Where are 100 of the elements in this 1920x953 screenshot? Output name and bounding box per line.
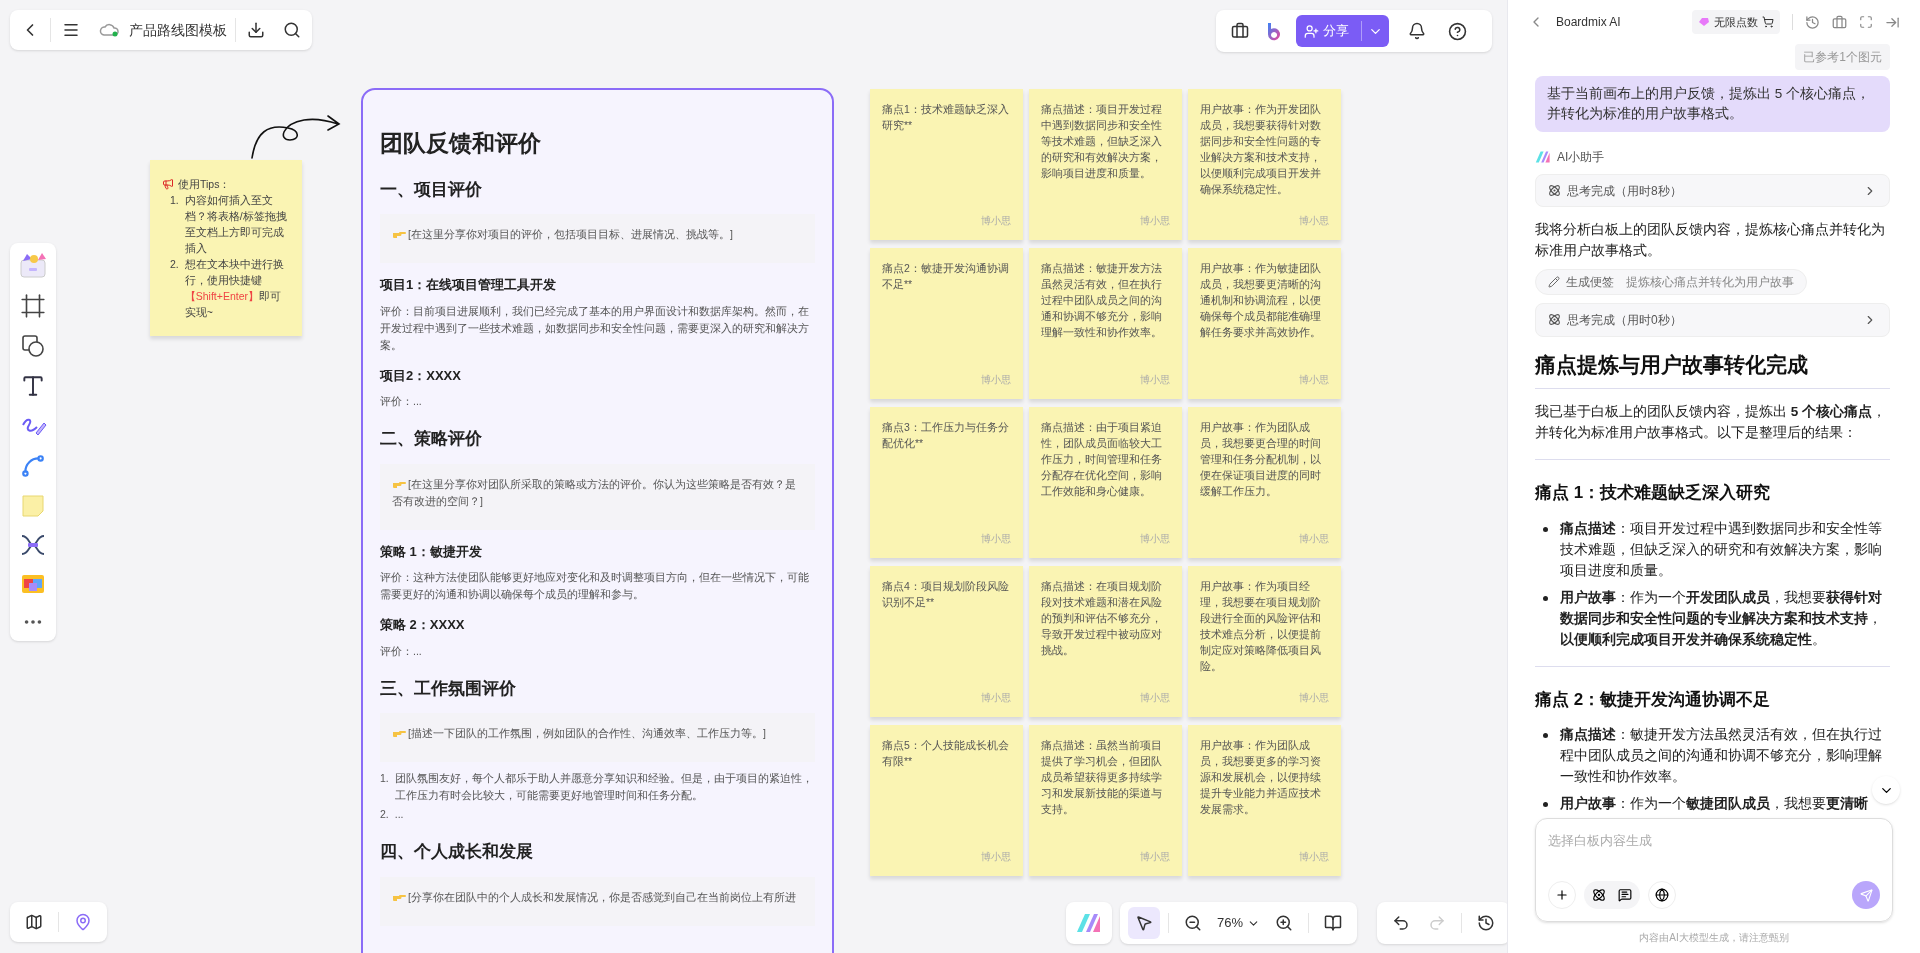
answer-intro: 我已基于白板上的团队反馈内容，提炼出 5 个核心痛点，并转化为标准用户故事格式。以下是整理后的结果：	[1535, 401, 1890, 460]
zoom-level-dropdown[interactable]: 76%	[1213, 913, 1265, 933]
user-plus-icon	[1304, 23, 1319, 39]
note-author: 博小思	[1299, 373, 1329, 387]
share-button[interactable]: 分享	[1296, 15, 1389, 47]
note-author: 博小思	[981, 532, 1011, 546]
bullet-text: 用户故事：作为一个开发团队成员，我想要获得针对数据同步和安全性问题的专业解决方案和技术支持，以便顺利完成项目开发并确保系统稳定性。	[1560, 588, 1883, 649]
pencil-icon	[1548, 276, 1560, 289]
note-text: 痛点2：敏捷开发沟通协调不足**	[882, 261, 1010, 292]
quote-block: [在这里分享你对项目的评价，包括项目目标、进展情况、挑战等。]	[380, 214, 815, 263]
connector-tool-icon[interactable]	[20, 453, 46, 479]
points-badge[interactable]: 无限点数	[1692, 10, 1780, 34]
note-author: 博小思	[1140, 850, 1170, 864]
paragraph: 评价：...	[380, 394, 423, 409]
sticky-note[interactable]: 痛点描述：由于项目紧迫性，团队成员面临较大工作压力，时间管理和任务分配存在优化空间，影响工作效能和身心健康。 博小思	[1029, 407, 1182, 558]
note-author: 博小思	[1299, 214, 1329, 228]
bullet-text: 痛点描述：敏捷开发方法虽然灵活有效，但在执行过程中团队成员之间的沟通和协调不够充分，影响理解一致性和协作效率。	[1560, 726, 1883, 786]
paragraph: 评价：目前项目进展顺利，我们已经完成了基本的用户界面设计和数据库架构。然而，在开发过程中遇到了一些技术难题，如数据同步和安全性问题，需要更深入的研究和解决方案。	[380, 303, 810, 353]
sticky-note[interactable]: 用户故事：作为项目经理，我想要在项目规划阶段进行全面的风险评估和技术难点分析，以便提前制定应对策略降低项目风险。 博小思	[1188, 566, 1341, 717]
atom-icon	[1548, 313, 1561, 327]
prompt-field[interactable]: 选择白板内容生成	[1548, 831, 1880, 851]
list-number: 2.	[380, 807, 389, 822]
sticky-note[interactable]: 痛点3：工作压力与任务分配优化** 博小思	[870, 407, 1023, 558]
text-tool-icon[interactable]	[20, 373, 46, 399]
document-title[interactable]: 产品路线图模板	[125, 19, 231, 41]
shapes-tool-icon[interactable]	[20, 333, 46, 359]
note-text: 痛点4：项目规划阶段风险识别不足**	[882, 579, 1010, 610]
thinking-status[interactable]: 思考完成（用时8秒）	[1535, 174, 1890, 208]
megaphone-icon	[162, 178, 174, 190]
thinking-status[interactable]: 思考完成（用时0秒）	[1535, 303, 1890, 337]
mind-map-tool-icon[interactable]	[19, 533, 47, 557]
sticky-note[interactable]: 用户故事：作为团队成员，我想要更合理的时间管理和任务分配机制，以便在保证项目进度的同时缓解工作压力。 博小思	[1188, 407, 1341, 558]
sticky-note[interactable]: 痛点1：技术难题缺乏深入研究** 博小思	[870, 89, 1023, 240]
bullet-text: 用户故事：作为一个敏捷团队成员，我想要更清晰	[1560, 795, 1868, 813]
note-author: 博小思	[981, 691, 1011, 705]
frame-tool-icon[interactable]	[20, 293, 46, 319]
disclaimer: 内容由AI大模型生成，请注意甄别	[1638, 931, 1790, 945]
note-text: 用户故事：作为项目经理，我想要在项目规划阶段进行全面的风险评估和技术难点分析，以便提前制定应对策略降低项目风险。	[1200, 579, 1322, 674]
note-author: 博小思	[981, 850, 1011, 864]
atom-icon	[1548, 184, 1561, 198]
list-item-text: 团队氛围友好，每个人都乐于助人并愿意分享知识和经验。但是，由于项目的紧迫性，工作压力有时会比较大，可能需要更好地管理时间和任务分配。	[394, 771, 814, 803]
atom-icon[interactable]	[1592, 888, 1606, 902]
sticky-note[interactable]: 用户故事：作为开发团队成员，我想要获得针对数据同步和安全性问题的专业解决方案和技术支持，以便顺利完成项目开发并确保系统稳定性。 博小思	[1188, 89, 1341, 240]
sticky-note[interactable]: 痛点描述：在项目规划阶段对技术难题和潜在风险的预判和评估不够充分，导致开发过程中被动应对挑战。 博小思	[1029, 566, 1182, 717]
note-text: 用户故事：作为团队成员，我想要更多的学习资源和发展机会，以便持续提升专业能力并适应技术发展需求。	[1200, 738, 1322, 817]
tips-note[interactable]: 使用Tips： 1. 内容如何插入至文档？将表格/标签拖拽至文档上方即可完成插入 2. 想在文本块中进行换行，使用快捷键 【Shift+Enter】即可实现~	[150, 160, 302, 336]
message-icon[interactable]	[1618, 888, 1632, 902]
cart-icon	[1762, 16, 1774, 28]
paragraph: 评价：这种方法使团队能够更好地应对变化和及时调整项目方向，但在一些情况下，可能需要更好的沟通和协调以确保每个成员的理解和参与。	[380, 570, 810, 602]
section-heading: 三、工作氛围评价	[380, 677, 517, 700]
ai-logo-icon	[1535, 151, 1551, 163]
select-tool-icon[interactable]	[1128, 907, 1160, 939]
section-heading: 痛点 2：敏捷开发沟通协调不足	[1535, 688, 1772, 711]
ai-logo-icon[interactable]	[1076, 913, 1102, 933]
sticky-note[interactable]: 痛点描述：项目开发过程中遇到数据同步和安全性等技术难题，但缺乏深入的研究和有效解决方案，影响项目进度和质量。 博小思	[1029, 89, 1182, 240]
tip-text: 想在文本块中进行换行，使用快捷键 【Shift+Enter】即可实现~	[184, 257, 285, 320]
subsection-heading: 策略 2：XXXX	[380, 616, 466, 634]
generate-notes-chip[interactable]: 生成便签 提炼核心痛点并转化为用户故事	[1535, 269, 1807, 296]
pointing-hand-icon	[392, 229, 406, 239]
sticky-note[interactable]: 痛点描述：敏捷开发方法虽然灵活有效，但在执行过程中团队成员之间的沟通和协调不够充分，影响理解一致性和协作效率。 博小思	[1029, 248, 1182, 399]
section-heading: 一、项目评价	[380, 178, 483, 201]
note-author: 博小思	[1140, 532, 1170, 546]
note-author: 博小思	[981, 373, 1011, 387]
note-author: 博小思	[1140, 214, 1170, 228]
note-text: 用户故事：作为敏捷团队成员，我想要更清晰的沟通机制和协调流程，以便确保每个成员都能准确理解任务要求并高效协作。	[1200, 261, 1322, 340]
send-icon	[1859, 888, 1873, 902]
reply-text: 我将分析白板上的团队反馈内容，提炼核心痛点并转化为标准用户故事格式。	[1535, 221, 1886, 261]
sticky-note[interactable]: 痛点5：个人技能成长机会有限** 博小思	[870, 725, 1023, 876]
tips-heading: 使用Tips：	[178, 177, 231, 192]
templates-icon[interactable]	[18, 251, 48, 279]
note-author: 博小思	[1140, 691, 1170, 705]
sticky-note[interactable]: 用户故事：作为团队成员，我想要更多的学习资源和发展机会，以便持续提升专业能力并适应技术发展需求。 博小思	[1188, 725, 1341, 876]
list-number: 1.	[170, 193, 179, 208]
note-text: 痛点1：技术难题缺乏深入研究**	[882, 102, 1010, 133]
sticky-note[interactable]: 痛点4：项目规划阶段风险识别不足** 博小思	[870, 566, 1023, 717]
gem-icon	[1698, 17, 1710, 27]
cloud-saved-icon	[99, 22, 121, 38]
note-text: 痛点描述：由于项目紧迫性，团队成员面临较大工作压力，时间管理和任务分配存在优化空间，影响工作效能和身心健康。	[1041, 420, 1163, 499]
sticky-note[interactable]: 用户故事：作为敏捷团队成员，我想要更清晰的沟通机制和协调流程，以便确保每个成员都能准确理解任务要求并高效协作。 博小思	[1188, 248, 1341, 399]
note-author: 博小思	[1299, 532, 1329, 546]
paragraph: 评价：...	[380, 643, 423, 659]
subsection-heading: 策略 1：敏捷开发	[380, 542, 483, 561]
quote-block: [在这里分享你对团队所采取的策略或方法的评价。你认为这些策略是否有效？是否有改进的空间？]	[380, 463, 815, 530]
sticky-note[interactable]: 痛点2：敏捷开发沟通协调不足** 博小思	[870, 248, 1023, 399]
bullet-icon	[1543, 802, 1548, 807]
fullscreen-icon[interactable]	[1859, 15, 1873, 29]
section-heading: 痛点 1：技术难题缺乏深入研究	[1535, 482, 1772, 504]
note-author: 博小思	[1299, 691, 1329, 705]
note-author: 博小思	[981, 214, 1011, 228]
subsection-heading: 项目2：XXXX	[380, 366, 462, 385]
sticky-note[interactable]: 痛点描述：虽然当前项目提供了学习机会，但团队成员希望获得更多持续学习和发展新技能的渠道与支持。 博小思	[1029, 725, 1182, 876]
document-card[interactable]	[361, 88, 834, 953]
bullet-text: 痛点描述：项目开发过程中遇到数据同步和安全性等技术难题，但缺乏深入的研究和有效解决方案，影响项目进度和质量。	[1560, 519, 1883, 580]
note-text: 用户故事：作为开发团队成员，我想要获得针对数据同步和安全性问题的专业解决方案和技术支持，以便顺利完成项目开发并确保系统稳定性。	[1200, 102, 1322, 197]
section-heading: 二、策略评价	[380, 428, 483, 450]
bullet-icon	[1543, 526, 1548, 532]
bullet-icon	[1543, 733, 1548, 738]
note-text: 痛点描述：敏捷开发方法虽然灵活有效，但在执行过程中团队成员之间的沟通和协调不够充分，影响理解一致性和协作效率。	[1041, 261, 1163, 340]
list-item-text: ...	[394, 807, 404, 822]
prompt-input[interactable]: 选择白板内容生成	[1535, 818, 1893, 922]
